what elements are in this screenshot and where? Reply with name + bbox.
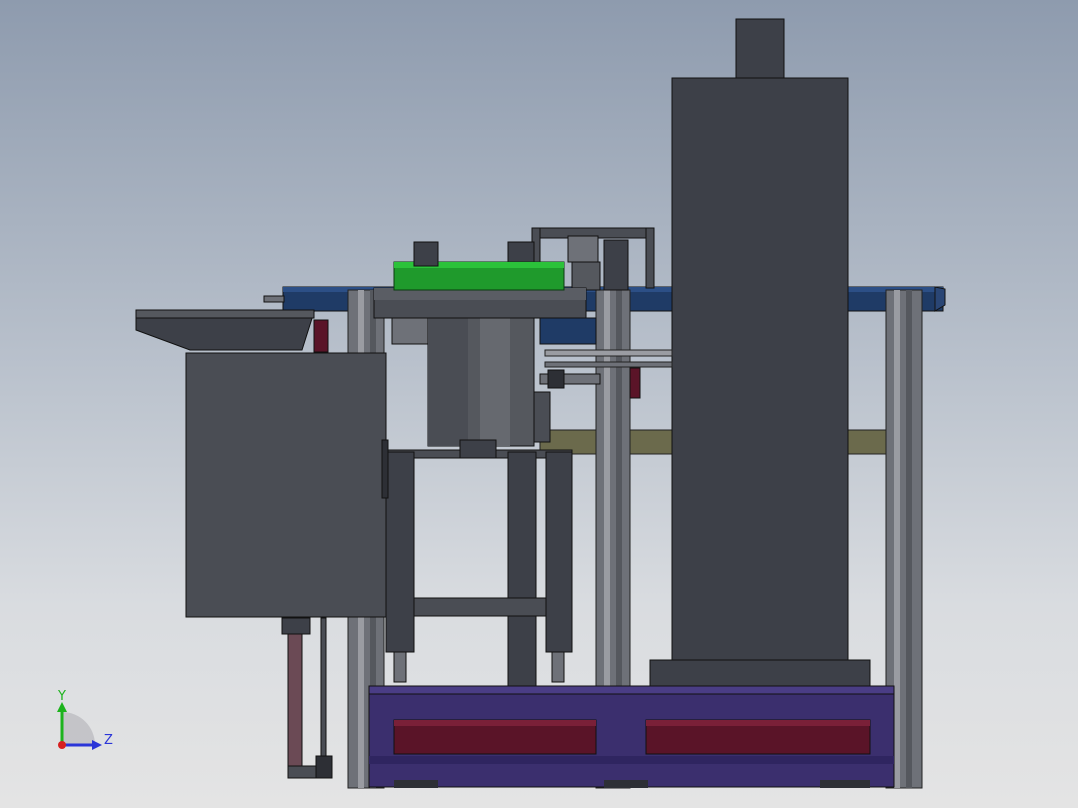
bowl-cylinder-highlight bbox=[480, 318, 510, 446]
hanging-bracket bbox=[287, 617, 303, 779]
hopper-body bbox=[185, 352, 387, 618]
stand-leg-right bbox=[545, 451, 573, 653]
drive-motor-block bbox=[603, 239, 629, 291]
hanging-bracket-top bbox=[281, 617, 311, 635]
base-panel-right-rim bbox=[646, 720, 870, 726]
drive-coupling bbox=[567, 235, 599, 263]
stand-leg-center bbox=[507, 451, 537, 687]
hopper-latch bbox=[381, 439, 389, 499]
hanging-bracket-foot bbox=[287, 765, 319, 779]
base-foot-2 bbox=[604, 780, 648, 788]
bowl-top-block bbox=[413, 241, 439, 267]
triad-z-label: Z bbox=[104, 733, 113, 748]
adjustment-rod bbox=[320, 617, 327, 769]
base-rail-bottom bbox=[369, 756, 894, 764]
hopper-tab bbox=[263, 295, 285, 303]
tower-cap bbox=[735, 18, 785, 80]
stand-foot-left bbox=[393, 651, 407, 683]
right-frame-post-slot bbox=[894, 290, 900, 788]
guide-rail-lower bbox=[544, 361, 673, 368]
right-frame-post-slot-2 bbox=[906, 290, 912, 788]
hopper-chute-rim bbox=[135, 309, 315, 319]
adjustment-nut bbox=[315, 755, 333, 779]
bowl-support-block bbox=[533, 391, 551, 443]
bowl-side-blocks bbox=[539, 317, 597, 345]
base-panel-left-rim bbox=[394, 720, 596, 726]
sensor-red bbox=[629, 367, 641, 399]
hopper-arm bbox=[313, 319, 329, 353]
base-foot-1 bbox=[394, 780, 438, 788]
coordinate-triad[interactable]: Y Z bbox=[57, 689, 113, 750]
stand-leg-left bbox=[385, 451, 415, 653]
bowl-cylinder-shade bbox=[428, 318, 468, 446]
cad-viewport[interactable]: Y Z bbox=[0, 0, 1078, 808]
triad-y-label: Y bbox=[57, 689, 66, 704]
tower-body bbox=[671, 77, 849, 661]
triad-x-dot bbox=[58, 741, 66, 749]
stand-foot-right bbox=[551, 651, 565, 683]
cylinder-end bbox=[547, 369, 565, 389]
triad-quadrant bbox=[62, 712, 95, 745]
drive-gear bbox=[571, 261, 601, 291]
tower-base bbox=[649, 659, 871, 689]
base-foot-3 bbox=[820, 780, 870, 788]
stand-crossbar bbox=[413, 597, 547, 617]
machine-base-top bbox=[368, 685, 895, 695]
triad-z-arrow-icon bbox=[92, 740, 102, 750]
guide-rail-upper bbox=[544, 349, 673, 357]
drive-bracket-leg-right bbox=[645, 227, 655, 289]
bowl-clamp bbox=[459, 439, 497, 459]
